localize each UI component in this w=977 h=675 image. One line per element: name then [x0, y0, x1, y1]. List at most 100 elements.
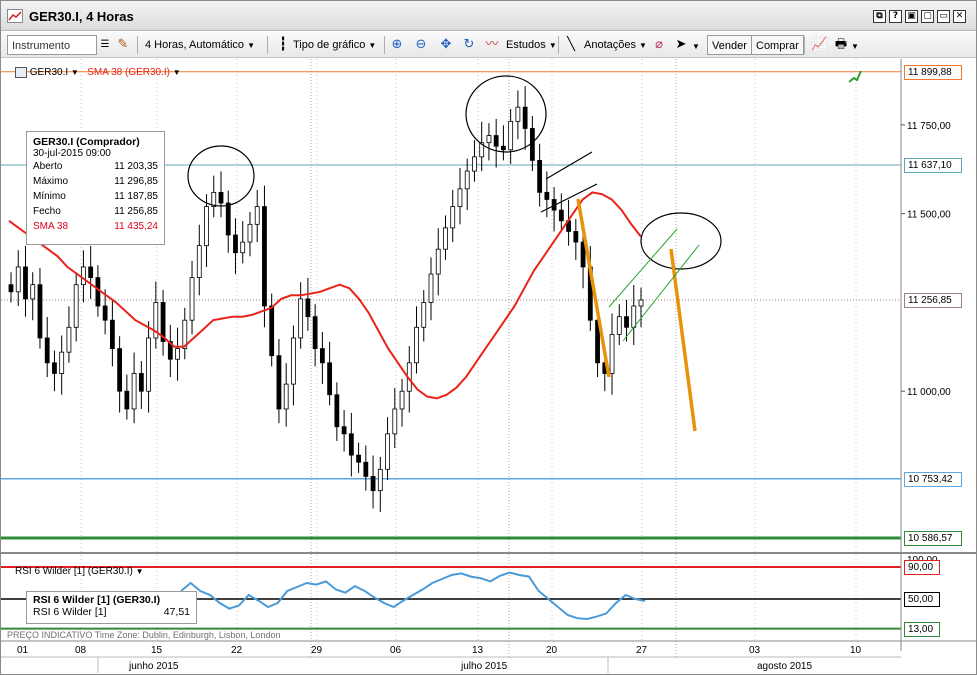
- candle-body: [146, 337, 151, 392]
- rsi-level-tag: 13,00: [904, 621, 940, 637]
- pan-icon[interactable]: ✥: [438, 37, 454, 53]
- chevron-down-icon[interactable]: ▼: [851, 42, 859, 51]
- candle-body: [298, 298, 304, 339]
- candle-body: [88, 266, 94, 278]
- candle-body: [131, 373, 137, 410]
- candle-body: [117, 348, 123, 392]
- candle-body: [327, 362, 333, 396]
- candle-body: [81, 266, 86, 286]
- candle-body: [218, 191, 224, 204]
- time-tick-label: 10: [850, 645, 862, 656]
- rsi-infobox-title: RSI 6 Wilder [1] (GER30.I): [33, 594, 161, 606]
- time-tick-label: 22: [231, 645, 243, 656]
- chevron-down-icon[interactable]: ▼: [692, 42, 700, 51]
- maximize-icon[interactable]: ▢: [921, 10, 934, 23]
- candle-body: [95, 277, 101, 307]
- candle-body: [573, 231, 579, 243]
- rsi-label: RSI 6 Wilder [1]: [33, 606, 107, 618]
- annotations-label: Anotações: [584, 39, 636, 51]
- studies-dropdown[interactable]: Estudos ▼: [506, 35, 557, 55]
- restore-icon[interactable]: ▣: [905, 10, 918, 23]
- instrument-list-icon[interactable]: ☰: [97, 37, 113, 53]
- close-icon[interactable]: ✕: [953, 10, 966, 23]
- chevron-down-icon[interactable]: ▼: [173, 68, 181, 77]
- help-icon[interactable]: ?: [889, 10, 902, 23]
- chevron-down-icon[interactable]: ▼: [71, 68, 79, 77]
- chevron-down-icon: ▼: [639, 41, 647, 50]
- chevron-down-icon: ▼: [368, 41, 377, 50]
- price-tag: 11 637,10: [904, 158, 962, 173]
- draw-tools-icon[interactable]: ✎: [115, 37, 131, 53]
- candle-body: [443, 227, 448, 250]
- time-tick-label: 13: [472, 645, 484, 656]
- legend-symbol: GER30.I: [29, 67, 69, 79]
- candle-body: [8, 284, 14, 293]
- candle-body: [254, 206, 260, 225]
- instrument-input[interactable]: Instrumento: [7, 35, 97, 55]
- candle-body: [233, 234, 238, 254]
- buy-button[interactable]: Comprar: [751, 35, 804, 55]
- studies-icon: 〰: [485, 37, 499, 52]
- infobox-label: Fecho: [33, 206, 61, 217]
- infobox-label: SMA 38: [33, 221, 69, 232]
- zoom-in-icon[interactable]: ⊕: [389, 37, 405, 53]
- print-icon[interactable]: 🖶: [833, 37, 849, 53]
- time-tick-label: 20: [546, 645, 558, 656]
- candle-body: [616, 316, 622, 335]
- legend-sma: SMA 38 (GER30.I): [87, 67, 170, 79]
- month-label: julho 2015: [460, 661, 508, 672]
- timeframe-dropdown[interactable]: 4 Horas, Automático ▼: [145, 35, 255, 55]
- chevron-down-icon[interactable]: ▼: [136, 567, 144, 576]
- refresh-icon[interactable]: ↻: [461, 37, 477, 53]
- chevron-down-icon: ▼: [548, 41, 557, 50]
- chart-legend[interactable]: GER30.I ▼ SMA 38 (GER30.I) ▼: [15, 67, 181, 78]
- candle-body: [341, 426, 347, 435]
- sell-button[interactable]: Vender: [707, 35, 752, 55]
- candle-body: [544, 191, 550, 200]
- chart-type-dropdown[interactable]: Tipo de gráfico ▼: [293, 35, 376, 55]
- candle-body: [493, 135, 499, 147]
- candle-body: [624, 316, 629, 328]
- time-tick-label: 29: [311, 645, 323, 656]
- candle-body: [370, 476, 376, 492]
- candle-body: [421, 302, 427, 328]
- eraser-icon[interactable]: ⌀: [651, 37, 667, 53]
- zoom-out-icon[interactable]: ⊖: [413, 37, 429, 53]
- chevron-down-icon: ▼: [247, 41, 256, 50]
- infobox-row: Aberto 11 203,35: [33, 159, 158, 174]
- chart-type-label: Tipo de gráfico: [293, 39, 366, 51]
- candle-body: [356, 454, 361, 463]
- infobox-label: Aberto: [33, 161, 63, 172]
- candle-body: [124, 390, 130, 410]
- candle-body: [428, 273, 434, 303]
- infobox-label: Mínimo: [33, 191, 66, 202]
- minimize-icon[interactable]: ▭: [937, 10, 950, 23]
- candle-body: [15, 266, 21, 293]
- cursor-icon[interactable]: ➤: [673, 37, 689, 53]
- candle-body: [334, 394, 340, 428]
- annotation-ellipse: [465, 75, 547, 153]
- candle-body: [457, 188, 463, 207]
- candle-body: [508, 120, 514, 151]
- title-bar[interactable]: GER30.I, 4 Horas ⧉ ? ▣ ▢ ▭ ✕: [1, 1, 976, 31]
- signal-arrow-icon: [848, 70, 862, 83]
- candle-body: [175, 348, 180, 360]
- detach-icon[interactable]: ⧉: [873, 10, 886, 23]
- rsi-legend[interactable]: RSI 6 Wilder [1] (GER30.I) ▼: [15, 566, 144, 577]
- toolbar-separator: [384, 36, 385, 54]
- infobox-row: Fecho 11 256,85: [33, 204, 158, 219]
- annotation-ellipse: [640, 212, 722, 270]
- candle-body: [399, 390, 405, 410]
- rsi-infobox: RSI 6 Wilder [1] (GER30.I) RSI 6 Wilder …: [26, 591, 197, 624]
- candle-body: [73, 284, 79, 328]
- chart-settings-icon[interactable]: 📈: [811, 37, 827, 53]
- annotations-dropdown[interactable]: Anotações ▼: [584, 35, 647, 55]
- candle-body: [348, 433, 354, 456]
- candle-body: [464, 170, 470, 190]
- candle-body: [276, 355, 282, 410]
- line-tool-icon: ╲: [567, 37, 575, 52]
- price-tick-label: 11 000,00: [907, 387, 951, 398]
- infobox-value: 11 203,35: [114, 161, 158, 172]
- symbol-icon: [15, 67, 27, 78]
- candle-body: [52, 362, 57, 374]
